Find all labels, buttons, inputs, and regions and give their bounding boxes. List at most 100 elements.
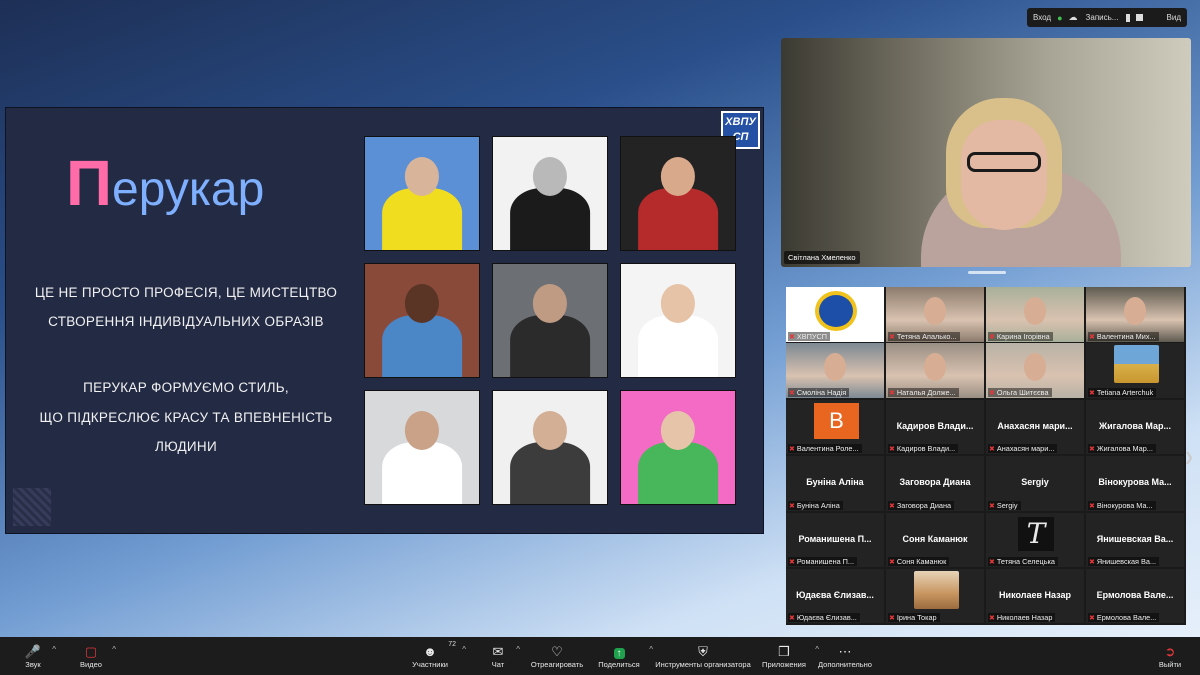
photo-grid	[364, 136, 736, 505]
stop-record-icon[interactable]	[1136, 14, 1144, 21]
photo-figure	[382, 187, 462, 250]
participant-name-label: ✖ Tetiana Arterchuk	[1088, 387, 1157, 397]
participant-name-text: Романишена П...	[796, 557, 855, 567]
participant-tile[interactable]: Николаев Назар ✖ Николаев Назар	[986, 568, 1084, 624]
participant-name-label: ✖ Тетяна Апалько...	[888, 331, 960, 341]
photo-figure	[638, 187, 718, 250]
video-button[interactable]: ▢ Видео ^	[78, 637, 116, 675]
slide-line-1: ЦЕ НЕ ПРОСТО ПРОФЕСІЯ, ЦЕ МИСТЕЦТВО	[34, 285, 338, 300]
participant-name-text: Вінокурова Ма...	[1096, 500, 1153, 510]
participant-name-label: ✖ Анахасян мари...	[988, 444, 1058, 454]
participant-tile[interactable]: Романишена П... ✖ Романишена П...	[786, 512, 884, 568]
participant-tile[interactable]: Вінокурова Ма... ✖ Вінокурова Ма...	[1086, 456, 1184, 511]
audio-options-caret-icon[interactable]: ^	[52, 645, 56, 654]
participant-name-label: ✖ Ірина Токар	[888, 613, 940, 623]
participant-name-label: ✖ Смоліна Надія	[788, 387, 850, 397]
participant-display-name: Буніна Аліна	[806, 477, 864, 488]
audio-button[interactable]: 🎤 Звук ^	[22, 637, 56, 675]
participant-tile[interactable]: Кадиров Влади... ✖ Кадиров Влади...	[886, 399, 984, 455]
video-options-caret-icon[interactable]: ^	[112, 645, 116, 654]
participant-tile[interactable]: Соня Каманюк ✖ Соня Каманюк	[886, 512, 984, 568]
participant-name-text: Соня Каманюк	[896, 557, 947, 567]
participant-tile[interactable]: Янишевская Ва... ✖ Янишевская Ва...	[1086, 512, 1184, 568]
participant-face	[824, 353, 846, 382]
muted-mic-icon: ✖	[789, 615, 795, 623]
participant-tile[interactable]: ✖ Ольга Шитєєва	[986, 343, 1084, 398]
participant-tile[interactable]: Жигалова Мар... ✖ Жигалова Мар...	[1086, 399, 1184, 455]
participants-button[interactable]: ☻ 72 Участники ^	[410, 637, 466, 675]
muted-mic-icon: ✖	[889, 389, 895, 397]
participant-display-name: Ермолова Вале...	[1096, 590, 1174, 601]
participant-face	[1024, 353, 1046, 382]
participant-tile[interactable]: В ✖ Валентина Роле...	[786, 399, 884, 455]
participant-name-text: Tetiana Arterchuk	[1096, 387, 1154, 397]
participant-tile[interactable]: Буніна Аліна ✖ Буніна Аліна	[786, 456, 884, 511]
participant-tile[interactable]: ✖ Ірина Токар	[886, 568, 984, 624]
leave-label: Выйти	[1158, 659, 1182, 669]
participant-gallery: ✖ ХВПУСП ✖ Тетяна Апалько... ✖ Карина Ігорівн…	[786, 287, 1186, 625]
share-button[interactable]: ↑ Поделиться ^	[597, 637, 653, 675]
share-caret-icon[interactable]: ^	[649, 645, 653, 654]
resize-handle[interactable]	[968, 271, 1006, 274]
participants-caret-icon[interactable]: ^	[462, 645, 466, 654]
participant-display-name: Заговора Диана	[899, 477, 971, 488]
participant-name-text: Тетяна Апалько...	[896, 331, 957, 341]
participant-name-text: Валентина Mих...	[1096, 331, 1156, 341]
chat-caret-icon[interactable]: ^	[516, 645, 520, 654]
muted-mic-icon: ✖	[889, 446, 895, 454]
muted-mic-icon: ✖	[889, 615, 895, 623]
leave-button[interactable]: ➲ Выйти	[1158, 637, 1182, 675]
participant-tile[interactable]: ✖ ХВПУСП	[786, 287, 884, 342]
participant-tile[interactable]: ✖ Карина Ігорівна	[986, 287, 1084, 342]
muted-mic-icon: ✖	[989, 446, 995, 454]
apps-button[interactable]: ❒ Приложения ^	[761, 637, 819, 675]
hairstyle-photo	[620, 136, 736, 251]
muted-mic-icon: ✖	[789, 502, 795, 510]
slide-line-3: ПЕРУКАР ФОРМУЄМО СТИЛЬ,	[83, 380, 289, 395]
participant-name-label: ✖ Валентина Роле...	[788, 444, 862, 454]
participant-name-text: Заговора Диана	[896, 500, 952, 510]
chat-button[interactable]: ✉ Чат ^	[488, 637, 520, 675]
react-button[interactable]: ♡ Отреагировать	[530, 637, 584, 675]
hairstyle-photo	[492, 136, 608, 251]
participant-name-label: ✖ Заговора Диана	[888, 500, 955, 510]
participant-tile[interactable]: Sergiy ✖ Sergiy	[986, 456, 1084, 511]
host-tools-button[interactable]: ⛨ Инструменты организатора	[654, 637, 752, 675]
participant-tile[interactable]: ✖ Tetiana Arterchuk	[1086, 343, 1184, 398]
enter-button[interactable]: Вход	[1033, 13, 1051, 22]
react-label: Отреагировать	[530, 659, 584, 669]
muted-mic-icon: ✖	[1089, 502, 1095, 510]
participant-tile[interactable]: ✖ Тетяна Апалько...	[886, 287, 984, 342]
muted-mic-icon: ✖	[789, 389, 795, 397]
more-button[interactable]: ⋯ Дополнительно	[817, 637, 873, 675]
participant-name-text: Ермолова Вале...	[1096, 613, 1157, 623]
shield-icon[interactable]: ●	[1057, 13, 1062, 23]
share-screen-icon: ↑	[613, 647, 625, 659]
hairstyle-photo	[492, 390, 608, 505]
participant-tile[interactable]: ✖ Валентина Mих...	[1086, 287, 1184, 342]
pause-record-icon[interactable]	[1126, 13, 1131, 22]
participant-tile[interactable]: Заговора Диана ✖ Заговора Диана	[886, 456, 984, 511]
logo-text-top: ХВПУ	[725, 116, 756, 128]
participant-display-name: Юдаєва Єлизав...	[796, 590, 874, 601]
participant-tile[interactable]: Анахасян мари... ✖ Анахасян мари...	[986, 399, 1084, 455]
participant-tile[interactable]: Юдаєва Єлизав... ✖ Юдаєва Єлизав...	[786, 568, 884, 624]
speaker-name: Світлана Хмеленко	[784, 251, 860, 264]
participant-tile[interactable]: Ермолова Вале... ✖ Ермолова Вале...	[1086, 568, 1184, 624]
photo-figure	[510, 314, 590, 377]
hairstyle-photo	[620, 263, 736, 378]
participant-name-text: Наталья Долже...	[896, 387, 956, 397]
participant-name-text: Кадиров Влади...	[896, 444, 956, 454]
participant-tile[interactable]: T ✖ Тетяна Селецька	[986, 512, 1084, 568]
view-button[interactable]: Вид	[1167, 13, 1181, 22]
slide-line-4: ЩО ПІДКРЕСЛЮЄ КРАСУ ТА ВПЕВНЕНІСТЬ	[39, 410, 333, 425]
participant-tile[interactable]: ✖ Наталья Долже...	[886, 343, 984, 398]
participant-name-label: ✖ Буніна Аліна	[788, 500, 843, 510]
more-label: Дополнительно	[818, 659, 872, 669]
active-speaker-video[interactable]: Світлана Хмеленко	[781, 38, 1191, 267]
participant-tile[interactable]: ✖ Смоліна Надія	[786, 343, 884, 398]
muted-mic-icon: ✖	[1089, 615, 1095, 623]
muted-mic-icon: ✖	[989, 615, 995, 623]
leave-door-icon: ➲	[1164, 643, 1176, 659]
next-page-chevron-icon[interactable]: ❯	[1184, 450, 1194, 464]
